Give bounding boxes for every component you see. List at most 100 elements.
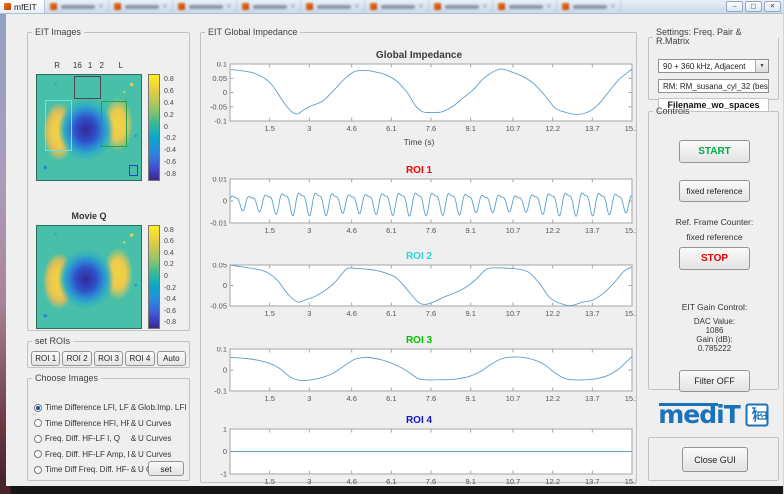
medit-logo: mediT [648, 398, 779, 432]
blurred-tab[interactable]: x [173, 0, 237, 13]
roi-1-region-outline[interactable] [74, 76, 101, 99]
frequency-pair-dropdown[interactable]: 90 + 360 kHz, Adjacent ▼ [658, 59, 769, 73]
svg-text:3: 3 [307, 394, 311, 403]
radio-button[interactable] [34, 419, 42, 427]
close-gui-button[interactable]: Close GUI [682, 447, 748, 472]
tab-close-icon[interactable]: x [99, 3, 103, 10]
roi-3-button[interactable]: ROI 3 [94, 351, 123, 366]
roi-1-button[interactable]: ROI 1 [31, 351, 60, 366]
tab-mfeit[interactable]: mfEIT [0, 0, 45, 13]
tab-close-icon[interactable]: x [483, 3, 487, 10]
svg-text:-0.05: -0.05 [210, 102, 227, 111]
tab-favicon [370, 3, 377, 10]
radio-button[interactable] [34, 466, 42, 474]
colorbar-tick-label: -0.6 [164, 159, 176, 167]
svg-text:0.1: 0.1 [217, 62, 227, 69]
svg-text:-0.05: -0.05 [210, 302, 227, 311]
roi-button-row: ROI 1ROI 2ROI 3ROI 4Auto [31, 351, 186, 366]
svg-text:13.7: 13.7 [585, 309, 600, 318]
svg-text:15.2: 15.2 [625, 309, 636, 318]
blurred-tab[interactable]: x [45, 0, 109, 13]
svg-text:6.1: 6.1 [386, 394, 396, 403]
ampersand-label: & [129, 450, 138, 459]
medit-logo-overline [659, 403, 718, 406]
blurred-tab[interactable]: x [557, 0, 621, 13]
roi-3-region-outline[interactable] [101, 101, 127, 147]
tab-close-icon[interactable]: x [419, 3, 423, 10]
tab-close-icon[interactable]: x [611, 3, 615, 10]
movie-q-title: Movie Q [36, 211, 142, 221]
svg-text:3: 3 [307, 309, 311, 318]
svg-text:1: 1 [223, 427, 227, 434]
svg-text:3: 3 [307, 477, 311, 486]
tab-close-icon[interactable]: x [291, 3, 295, 10]
blurred-tab-title [381, 5, 416, 9]
tab-close-icon[interactable]: x [547, 3, 551, 10]
radio-button[interactable] [34, 450, 42, 458]
svg-text:0: 0 [223, 197, 227, 206]
filter-toggle-button[interactable]: Filter OFF [679, 370, 750, 392]
svg-text:12.2: 12.2 [545, 309, 560, 318]
electrode-label: 2 [99, 61, 103, 70]
svg-text:1.5: 1.5 [264, 477, 274, 486]
blurred-tab-title [61, 5, 96, 9]
colorbar-gradient [148, 225, 160, 329]
chevron-down-icon[interactable]: ▼ [755, 60, 768, 72]
blurred-tab-title [189, 5, 224, 9]
plot-axes: 1.534.66.17.69.110.712.213.715.2-0.100.1 [202, 347, 636, 403]
svg-text:15.2: 15.2 [625, 124, 636, 133]
blurred-tab[interactable]: x [365, 0, 429, 13]
r-matrix-dropdown[interactable]: RM: RM_susana_cyl_32 (best... ▼ [658, 79, 769, 93]
radio-button[interactable] [34, 435, 42, 443]
medit-logo-text: mediT [658, 402, 740, 428]
tab-favicon [498, 3, 505, 10]
blurred-tab[interactable]: x [237, 0, 301, 13]
tab-close-icon[interactable]: x [163, 3, 167, 10]
svg-text:3: 3 [307, 226, 311, 235]
ampersand-label: & [129, 403, 138, 412]
roi-4-button[interactable]: ROI 4 [125, 351, 154, 366]
colorbar-image2: 0.80.60.40.20-0.2-0.4-0.6-0.8 [148, 225, 188, 329]
roi-2-button[interactable]: ROI 2 [62, 351, 91, 366]
ampersand-label: & [129, 419, 138, 428]
blurred-tab[interactable]: x [301, 0, 365, 13]
fixed-reference-button[interactable]: fixed reference [679, 180, 750, 202]
gain-db-value: 0.785222 [649, 345, 780, 354]
svg-text:0.01: 0.01 [212, 177, 227, 184]
blurred-tab[interactable]: x [109, 0, 173, 13]
colorbar-tick-label: 0.6 [164, 238, 174, 246]
ampersand-label: & [129, 465, 138, 474]
tab-close-icon[interactable]: x [355, 3, 359, 10]
application-window: mfEIT xxxxxxxxx –▢✕ EIT Images R1612L 0.… [0, 0, 784, 494]
auto-button[interactable]: Auto [157, 351, 186, 366]
svg-text:-0.01: -0.01 [210, 219, 227, 228]
close-window-button[interactable]: ✕ [764, 1, 781, 12]
svg-text:10.7: 10.7 [506, 477, 521, 486]
svg-text:0.1: 0.1 [217, 347, 227, 354]
roi-4-region-outline[interactable] [129, 165, 138, 176]
mfeit-gui: EIT Images R1612L 0.80.60.40.20-0.2-0.4-… [6, 15, 784, 486]
electrode-label: R [54, 61, 60, 70]
ref-frame-counter-value: fixed reference [649, 232, 780, 242]
set-button[interactable]: set [148, 461, 184, 476]
tab-close-icon[interactable]: x [227, 3, 231, 10]
tab-favicon [242, 3, 249, 10]
svg-text:0.05: 0.05 [212, 74, 227, 83]
colorbar-tick-label: 0.2 [164, 112, 174, 120]
roi-4-chart: ROI 4 1.534.66.17.69.110.712.213.715.2-1… [202, 414, 636, 491]
blurred-tab[interactable]: x [429, 0, 493, 13]
choose-images-panel: Choose Images Time Difference LFI, LFQ&G… [27, 374, 190, 481]
svg-text:7.6: 7.6 [426, 309, 436, 318]
svg-text:10.7: 10.7 [506, 226, 521, 235]
svg-text:6.1: 6.1 [386, 226, 396, 235]
radio-button[interactable] [34, 404, 42, 412]
start-button[interactable]: START [679, 140, 750, 163]
tab-favicon [562, 3, 569, 10]
maximize-window-button[interactable]: ▢ [745, 1, 762, 12]
blurred-tab[interactable]: x [493, 0, 557, 13]
stop-button[interactable]: STOP [679, 247, 750, 270]
chart-title: Global Impedance [202, 49, 636, 62]
minimize-window-button[interactable]: – [726, 1, 743, 12]
roi-2-region-outline[interactable] [45, 100, 72, 150]
svg-text:4.6: 4.6 [346, 309, 356, 318]
